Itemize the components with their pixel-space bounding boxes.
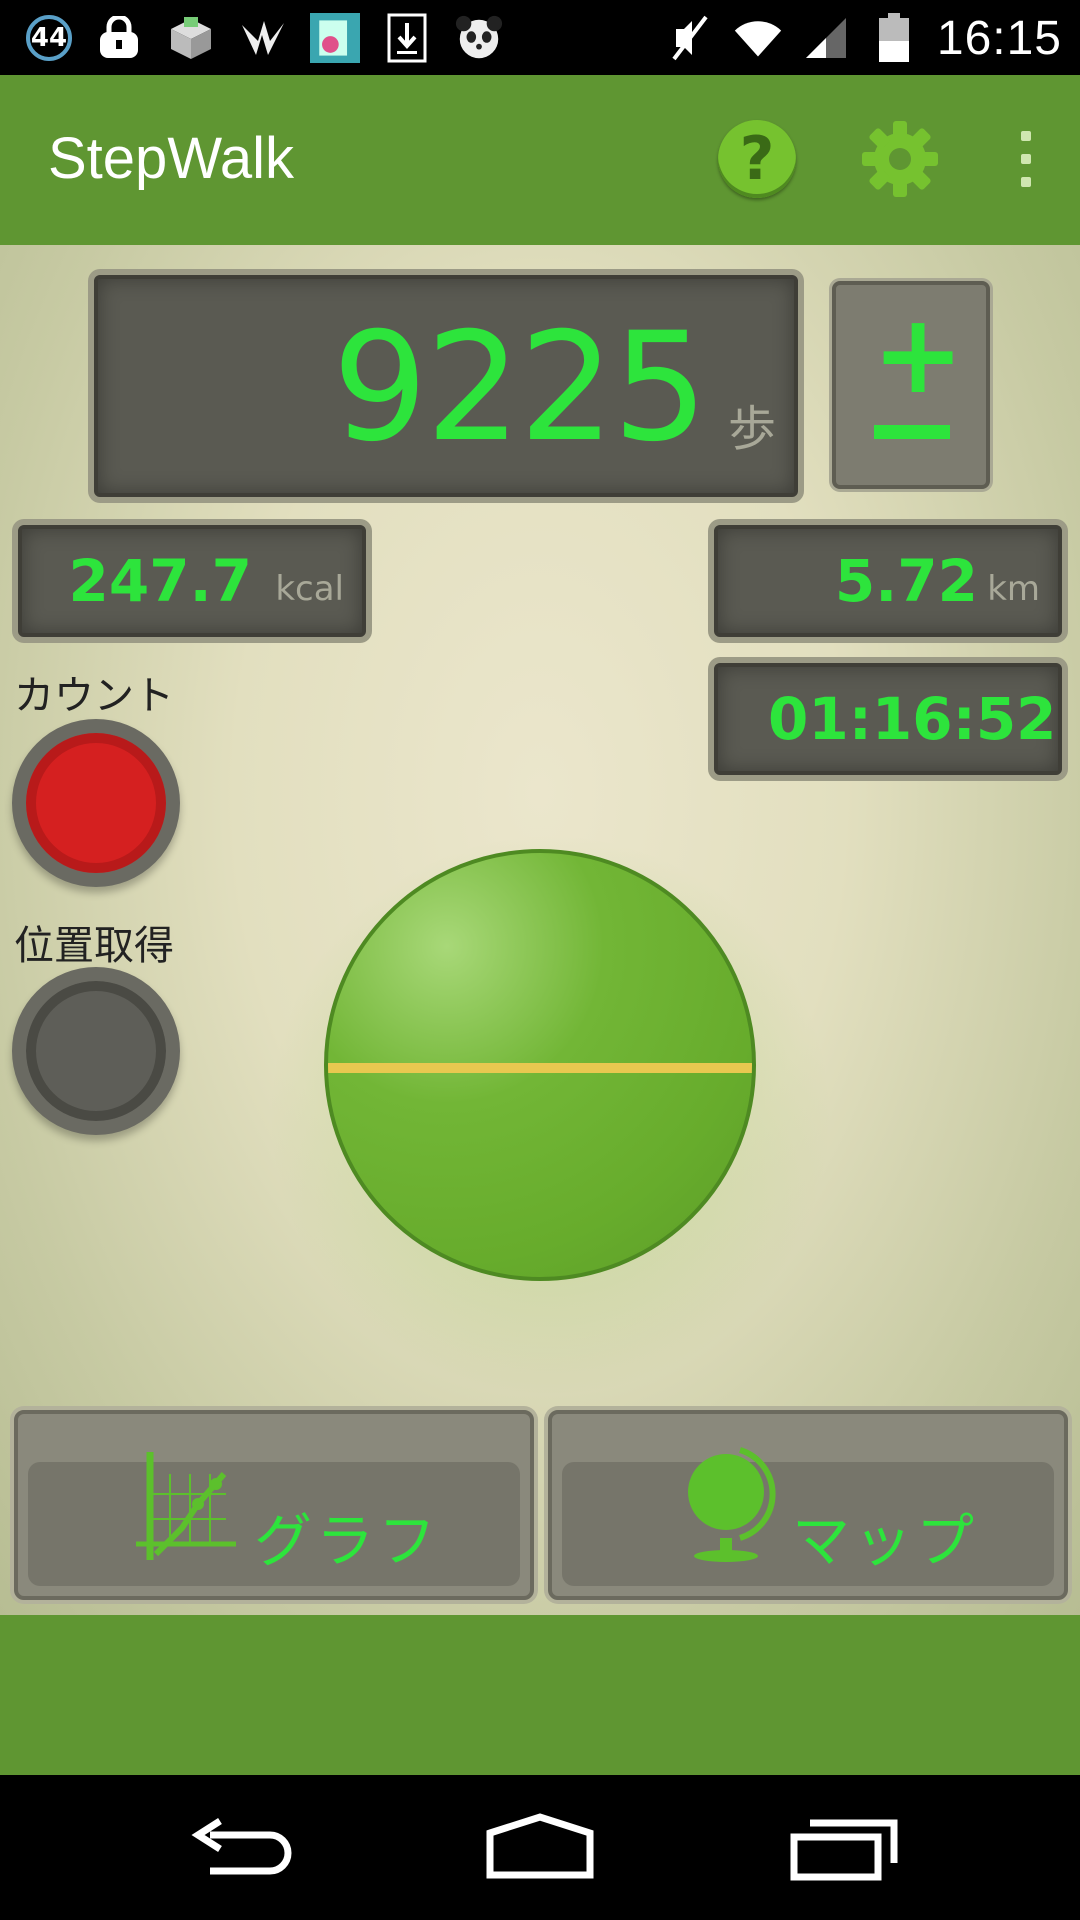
signal-icon <box>801 13 851 63</box>
back-icon[interactable] <box>180 1813 300 1883</box>
elapsed-time-value: 01:16:52 <box>768 685 1057 753</box>
calories-value: 247.7 <box>68 547 252 615</box>
clock: 16:15 <box>936 11 1062 65</box>
app-title: StepWalk <box>48 126 295 191</box>
main-content: 9225 歩 + 247.7 kcal 5.72 km 01:16:52 カウン… <box>0 245 1080 1615</box>
ball-level-line <box>328 1063 752 1073</box>
distance-display: 5.72 km <box>714 525 1062 637</box>
lock-icon <box>94 13 144 63</box>
calories-display: 247.7 kcal <box>18 525 366 637</box>
battery-icon <box>869 13 919 63</box>
minus-icon <box>874 425 950 439</box>
gear-icon <box>862 121 938 197</box>
graph-icon <box>136 1452 236 1560</box>
graph-button[interactable]: グラフ <box>14 1410 534 1600</box>
step-counter-display: 9225 歩 <box>94 275 798 497</box>
navigation-bar <box>0 1775 1080 1920</box>
calories-unit: kcal <box>275 569 344 609</box>
bird-icon <box>238 13 288 63</box>
distance-value: 5.72 <box>834 547 978 615</box>
globe-icon <box>688 1447 776 1562</box>
plus-icon: + <box>872 290 965 418</box>
home-icon[interactable] <box>480 1813 600 1883</box>
distance-unit: km <box>987 569 1040 609</box>
count-toggle-button[interactable] <box>12 719 180 887</box>
app-thumbnail-icon <box>310 13 360 63</box>
overflow-dot <box>1021 177 1031 187</box>
settings-button[interactable] <box>858 117 942 201</box>
map-label: マップ <box>792 1507 979 1575</box>
download-icon <box>382 13 432 63</box>
panda-icon <box>454 13 504 63</box>
status-bar-left: 44 <box>26 10 504 66</box>
overflow-menu-button[interactable] <box>1010 131 1042 187</box>
graph-label: グラフ <box>254 1507 441 1575</box>
help-button[interactable]: ? <box>718 120 796 198</box>
location-toggle-button[interactable] <box>12 967 180 1135</box>
adjust-steps-button[interactable]: + <box>832 281 990 489</box>
location-label: 位置取得 <box>14 923 174 969</box>
overflow-dot <box>1021 131 1031 141</box>
mute-icon <box>665 13 715 63</box>
box-app-icon <box>166 13 216 63</box>
step-count: 9225 <box>332 301 708 475</box>
map-button[interactable]: マップ <box>548 1410 1068 1600</box>
action-bar: StepWalk ? <box>0 75 1080 245</box>
step-indicator-ball <box>324 849 756 1281</box>
overflow-dot <box>1021 154 1031 164</box>
help-icon: ? <box>739 124 775 194</box>
elapsed-time-display: 01:16:52 <box>714 663 1062 775</box>
bottom-banner <box>0 1615 1080 1775</box>
notification-count-icon: 44 <box>26 15 72 61</box>
status-bar-right: 16:15 <box>665 10 1062 66</box>
count-label: カウント <box>14 673 174 719</box>
wifi-icon <box>733 13 783 63</box>
recent-apps-icon[interactable] <box>784 1813 904 1883</box>
status-bar: 44 16:15 <box>0 0 1080 75</box>
step-unit: 歩 <box>727 401 776 457</box>
